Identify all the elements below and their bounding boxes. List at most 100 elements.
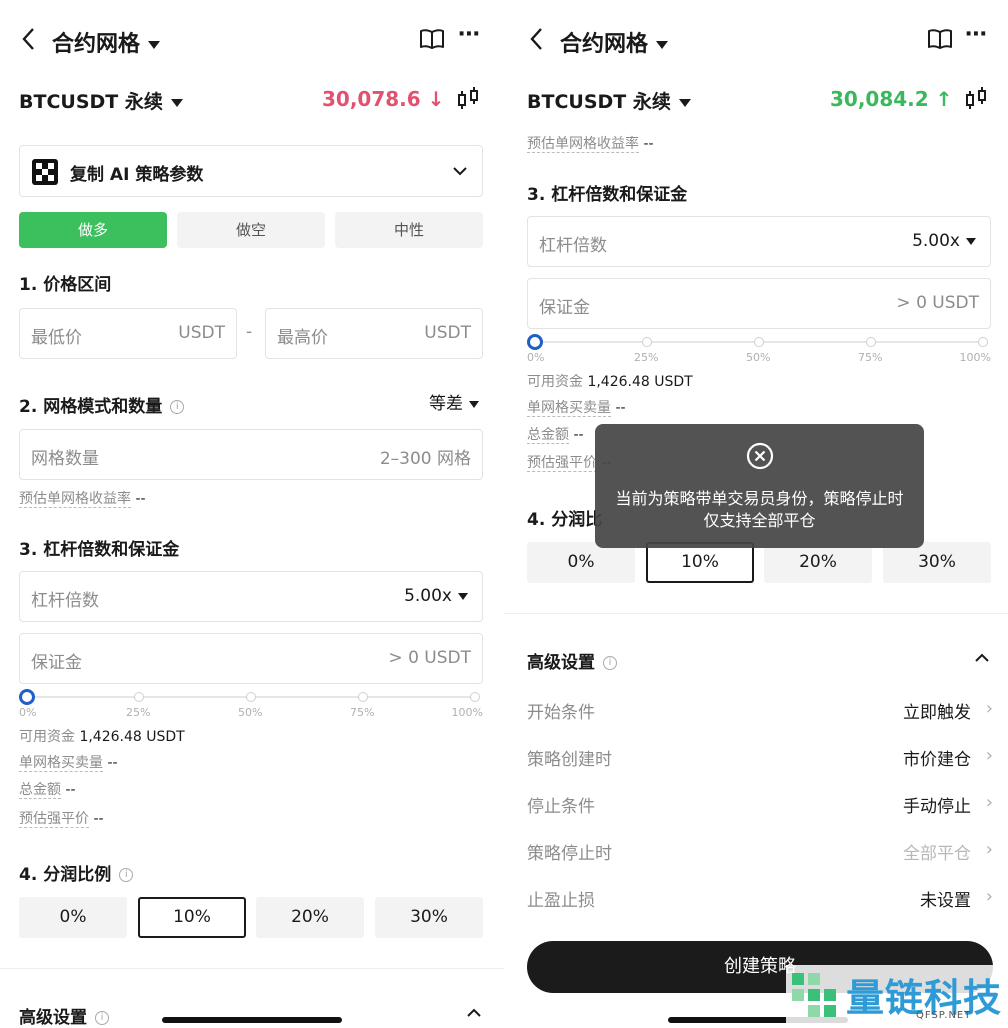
copy-ai-params-dropdown[interactable]: 复制 AI 策略参数 (19, 145, 483, 197)
slider-tick-50: 50% (238, 706, 263, 719)
max-price-unit: USDT (424, 323, 471, 343)
profit-share-option-30[interactable]: 30% (375, 897, 483, 938)
advanced-settings-title: 高级设置 (19, 1008, 87, 1028)
short-tab[interactable]: 做空 (177, 212, 325, 248)
more-icon[interactable]: ⋯ (458, 22, 480, 47)
brand-logo-icon (792, 973, 836, 1017)
tp-sl-row[interactable]: 止盈止损 未设置 › (527, 886, 993, 912)
price-value: 30,084.2 (830, 87, 929, 111)
section-divider (0, 968, 504, 969)
guide-button[interactable] (419, 28, 445, 54)
min-price-input[interactable]: 最低价 USDT (19, 308, 237, 359)
advanced-settings-header[interactable]: 高级设置 i (527, 648, 617, 673)
margin-slider[interactable]: 0% 25% 50% 75% 100% (527, 334, 991, 370)
profit-share-option-10[interactable]: 10% (138, 897, 246, 938)
last-price: 30,084.2 ↑ (830, 87, 952, 111)
min-price-placeholder: 最低价 (31, 328, 82, 348)
margin-input[interactable]: 保证金 > 0 USDT (527, 278, 991, 329)
profit-share-option-30[interactable]: 30% (883, 542, 991, 583)
chevron-up-icon[interactable] (466, 1007, 482, 1019)
strategy-type-dropdown[interactable]: 合约网格 (52, 26, 161, 58)
max-price-input[interactable]: 最高价 USDT (265, 308, 483, 359)
slider-tick-75: 75% (858, 351, 883, 364)
leverage-selector[interactable]: 杠杆倍数 5.00x (527, 216, 991, 267)
caret-down-icon (656, 41, 669, 49)
advanced-settings-header[interactable]: 高级设置 i (19, 1003, 109, 1028)
on-create-row[interactable]: 策略创建时 市价建仓 › (527, 745, 993, 771)
slider-stop-50[interactable] (246, 692, 256, 702)
slider-tick-100: 100% (451, 706, 483, 719)
pair-selector[interactable]: BTCUSDT 永续 (19, 87, 183, 114)
slider-stop-75[interactable] (866, 337, 876, 347)
slider-tick-25: 25% (126, 706, 151, 719)
profit-share-option-0[interactable]: 0% (527, 542, 635, 583)
leverage-value: 5.00x (404, 586, 452, 606)
slider-stop-25[interactable] (134, 692, 144, 702)
row-value: 未设置 (920, 891, 971, 911)
kline-chart-button[interactable] (963, 86, 989, 116)
on-stop-row[interactable]: 策略停止时 全部平仓 › (527, 839, 993, 865)
slider-stop-75[interactable] (358, 692, 368, 702)
row-label: 策略停止时 (527, 844, 612, 864)
chevron-up-icon[interactable] (974, 652, 990, 664)
slider-stop-100[interactable] (470, 692, 480, 702)
ai-logo-icon (32, 159, 58, 185)
profit-share-option-0[interactable]: 0% (19, 897, 127, 938)
grid-count-input[interactable]: 网格数量 2–300 网格 (19, 429, 483, 480)
profit-share-option-20[interactable]: 20% (764, 542, 872, 583)
margin-hint: > 0 USDT (896, 293, 979, 313)
neutral-tab[interactable]: 中性 (335, 212, 483, 248)
grid-mode-dropdown[interactable]: 等差 (429, 389, 479, 414)
profit-share-option-20[interactable]: 20% (256, 897, 364, 938)
slider-tick-0: 0% (19, 706, 37, 719)
slider-thumb[interactable] (19, 689, 35, 705)
slider-stop-100[interactable] (978, 337, 988, 347)
back-button[interactable] (20, 26, 36, 56)
caret-down-icon (469, 400, 479, 408)
profit-share-title: 4. 分润比例 i (19, 860, 134, 885)
slider-stop-50[interactable] (754, 337, 764, 347)
copy-ai-label: 复制 AI 策略参数 (70, 165, 204, 185)
right-screen: 合约网格 ⋯ BTCUSDT 永续 30,084.2 ↑ 预估单网格收益率 --… (504, 0, 1008, 1028)
profit-share-title: 4. 分润比 (527, 510, 603, 530)
kline-chart-button[interactable] (455, 86, 481, 116)
pair-selector[interactable]: BTCUSDT 永续 (527, 87, 691, 114)
chevron-down-icon (453, 167, 467, 176)
price-range-title: 1. 价格区间 (19, 275, 112, 295)
back-button[interactable] (528, 26, 544, 56)
info-icon[interactable]: i (603, 656, 617, 670)
slider-stop-25[interactable] (642, 337, 652, 347)
guide-button[interactable] (927, 28, 953, 54)
candlestick-icon (458, 87, 478, 109)
profit-share-option-10[interactable]: 10% (646, 542, 754, 583)
grid-yield-label: 预估单网格收益率 (527, 136, 639, 153)
grid-qty-value: -- (615, 400, 626, 416)
margin-slider[interactable]: 0% 25% 50% 75% 100% (19, 689, 483, 725)
section-divider (504, 613, 1008, 614)
info-icon[interactable]: i (170, 400, 185, 414)
total-amount-value: -- (65, 782, 76, 798)
row-label: 停止条件 (527, 797, 595, 817)
info-icon[interactable]: i (95, 1011, 109, 1025)
chevron-right-icon: › (985, 745, 993, 766)
price-down-arrow-icon: ↓ (427, 87, 445, 111)
start-condition-row[interactable]: 开始条件 立即触发 › (527, 698, 993, 724)
info-icon[interactable]: i (119, 868, 134, 882)
slider-thumb[interactable] (527, 334, 543, 350)
liq-price-label: 预估强平价 (19, 811, 89, 828)
margin-input[interactable]: 保证金 > 0 USDT (19, 633, 483, 684)
book-icon (928, 29, 952, 49)
more-icon[interactable]: ⋯ (965, 22, 987, 47)
chevron-right-icon: › (985, 792, 993, 813)
strategy-type-dropdown[interactable]: 合约网格 (560, 26, 669, 58)
long-tab[interactable]: 做多 (19, 212, 167, 248)
margin-placeholder: 保证金 (31, 653, 82, 673)
leverage-title: 3. 杠杆倍数和保证金 (527, 185, 688, 205)
watermark-domain: QFSP.NET (916, 1010, 972, 1021)
stop-condition-row[interactable]: 停止条件 手动停止 › (527, 792, 993, 818)
slider-tick-25: 25% (634, 351, 659, 364)
margin-hint: > 0 USDT (388, 648, 471, 668)
leverage-selector[interactable]: 杠杆倍数 5.00x (19, 571, 483, 622)
available-funds-label: 可用资金 (19, 729, 75, 745)
row-label: 止盈止损 (527, 891, 595, 911)
